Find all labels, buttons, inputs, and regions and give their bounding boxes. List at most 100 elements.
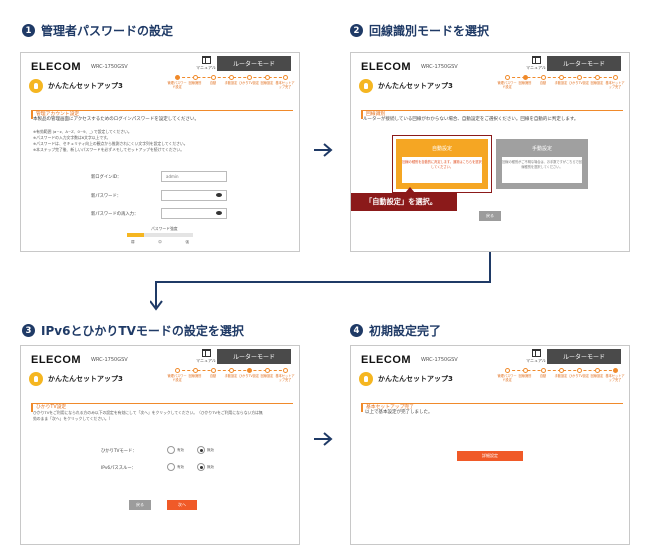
progress-dot: [283, 75, 288, 80]
title-row: かんたんセットアップ3: [29, 79, 123, 93]
elecom-logo: ELECOM: [361, 354, 412, 366]
password-confirm-field[interactable]: [161, 208, 227, 219]
progress-dot: [577, 75, 582, 80]
eye-icon[interactable]: [216, 193, 222, 197]
progress-dot: [283, 368, 288, 373]
elecom-logo: ELECOM: [361, 61, 412, 73]
step2-number: 2: [350, 24, 363, 37]
step1-heading: 1 管理者パスワードの設定: [22, 22, 173, 39]
step2-title: 回線識別モードを選択: [369, 24, 490, 38]
progress-dot: [193, 368, 198, 373]
progress-steps: 管理パスワード設定 回線識別 自動 手動設定 ひかりTV設定 回線設定 基本セッ…: [167, 368, 295, 390]
password-strength-bar: [127, 233, 193, 237]
back-button[interactable]: 戻る: [479, 211, 501, 221]
login-id-label: 新ログインID：: [91, 175, 122, 180]
progress-dot: [595, 368, 600, 373]
router-mode-badge: ルーターモード: [547, 56, 621, 71]
manual-button[interactable]: マニュアル: [193, 349, 219, 364]
progress-dot: [247, 75, 252, 80]
eye-icon[interactable]: [216, 211, 222, 215]
progress-dot: [613, 75, 618, 80]
app-title: かんたんセットアップ3: [48, 375, 123, 383]
progress-dot: [265, 75, 270, 80]
note-line: ※パスワードは、セキュリティ向上の観点から推測されにくい文字列を設定してください…: [33, 141, 188, 146]
section-heading: 基本セットアップ完了: [361, 393, 623, 412]
back-button[interactable]: 戻る: [129, 500, 151, 510]
model-name: WRC-1750GSV: [91, 64, 128, 70]
radio-label: 有効: [177, 464, 184, 469]
step3-title: IPv6とひかりTVモードの設定を選択: [41, 324, 244, 338]
progress-dot: [505, 75, 510, 80]
manual-label: マニュアル: [196, 65, 216, 70]
strength-mark: 中: [158, 240, 162, 244]
manual-setup-description: 回線の種別がご不明な場合は、お手数ですがこちらで回線種別を選択してください。: [502, 157, 582, 183]
progress-dot: [247, 368, 252, 373]
auto-setup-button[interactable]: 自動設定 回線の種別を自動的に判定します。通常はこちらを選択してください。: [396, 139, 488, 189]
auto-setup-description: 回線の種別を自動的に判定します。通常はこちらを選択してください。: [402, 157, 482, 183]
app-title: かんたんセットアップ3: [378, 375, 453, 383]
title-row: かんたんセットアップ3: [359, 372, 453, 386]
manual-button[interactable]: マニュアル: [523, 349, 549, 364]
password-field[interactable]: [161, 190, 227, 201]
advanced-settings-button[interactable]: 詳細設定: [457, 451, 523, 461]
password-strength-marks: 弱 中 強: [131, 240, 189, 245]
panel-hikari-tv: ELECOM WRC-1750GSV マニュアル ルーターモード かんたんセット…: [20, 345, 300, 545]
progress-dot: [613, 368, 618, 373]
manual-setup-button[interactable]: 手動設定 回線の種別がご不明な場合は、お手数ですがこちらで回線種別を選択してくだ…: [496, 139, 588, 189]
radio-label: 有効: [177, 447, 184, 452]
router-mode-badge: ルーターモード: [217, 56, 291, 71]
section-heading: ひかりTV設定: [31, 393, 293, 412]
progress-steps: 管理パスワード設定 回線識別 自動 手動設定 ひかりTV設定 回線設定 基本セッ…: [167, 75, 295, 97]
step4-title: 初期設定完了: [369, 324, 442, 338]
radio-circle[interactable]: [197, 463, 205, 471]
step3-heading: 3 IPv6とひかりTVモードの設定を選択: [22, 322, 244, 339]
book-icon: [531, 349, 541, 357]
progress-dot: [541, 75, 546, 80]
manual-button[interactable]: マニュアル: [193, 56, 219, 71]
progress-dot: [595, 75, 600, 80]
step3-number: 3: [22, 324, 35, 337]
passthrough-off-radio[interactable]: 無効: [197, 463, 214, 471]
book-icon: [201, 349, 211, 357]
elecom-logo: ELECOM: [31, 61, 82, 73]
step1-number: 1: [22, 24, 35, 37]
progress-dot: [229, 368, 234, 373]
radio-circle[interactable]: [167, 446, 175, 454]
login-id-field[interactable]: admin: [161, 171, 227, 182]
password-strength-label: パスワード強度: [151, 226, 178, 231]
tv-mode-label: ひかりTVモード：: [101, 449, 137, 454]
manual-button[interactable]: マニュアル: [523, 56, 549, 71]
note-line: ※パスワードの入力文字数は6文字以上です。: [33, 135, 111, 140]
app-title: かんたんセットアップ3: [378, 82, 453, 90]
next-button[interactable]: 次へ: [167, 500, 197, 510]
lightbulb-icon: [29, 79, 43, 93]
progress-dot: [523, 368, 528, 373]
book-icon: [531, 56, 541, 64]
progress-dot: [211, 368, 216, 373]
lightbulb-icon: [29, 372, 43, 386]
intro-text: ルーターが接続している回線がわからない場合、自動設定をご選択ください。回線を自動…: [363, 117, 579, 122]
radio-circle[interactable]: [167, 463, 175, 471]
tv-mode-off-radio[interactable]: 無効: [197, 446, 214, 454]
password-confirm-label: 新パスワードの再入力：: [91, 212, 139, 217]
step2-heading: 2 回線識別モードを選択: [350, 22, 489, 39]
password-strength-fill: [127, 233, 144, 237]
elecom-logo: ELECOM: [31, 354, 82, 366]
progress-dot: [265, 368, 270, 373]
manual-setup-title: 手動設定: [531, 146, 552, 152]
step1-title: 管理者パスワードの設定: [41, 24, 174, 38]
progress-label: 基本セットアップ完了: [605, 374, 625, 382]
model-name: WRC-1750GSV: [421, 64, 458, 70]
progress-label: 基本セットアップ完了: [275, 374, 295, 382]
passthrough-on-radio[interactable]: 有効: [167, 463, 184, 471]
manual-label: マニュアル: [526, 65, 546, 70]
manual-label: マニュアル: [526, 358, 546, 363]
progress-steps: 管理パスワード設定 回線識別 自動 手動設定 ひかりTV設定 回線設定 基本セッ…: [497, 368, 625, 390]
right-arrow-icon: [314, 432, 333, 446]
progress-dot: [193, 75, 198, 80]
manual-label: マニュアル: [196, 358, 216, 363]
password-label: 新パスワード：: [91, 194, 122, 199]
tv-mode-on-radio[interactable]: 有効: [167, 446, 184, 454]
intro-text: 以上で基本設定が完了しました。: [365, 410, 433, 415]
radio-circle[interactable]: [197, 446, 205, 454]
